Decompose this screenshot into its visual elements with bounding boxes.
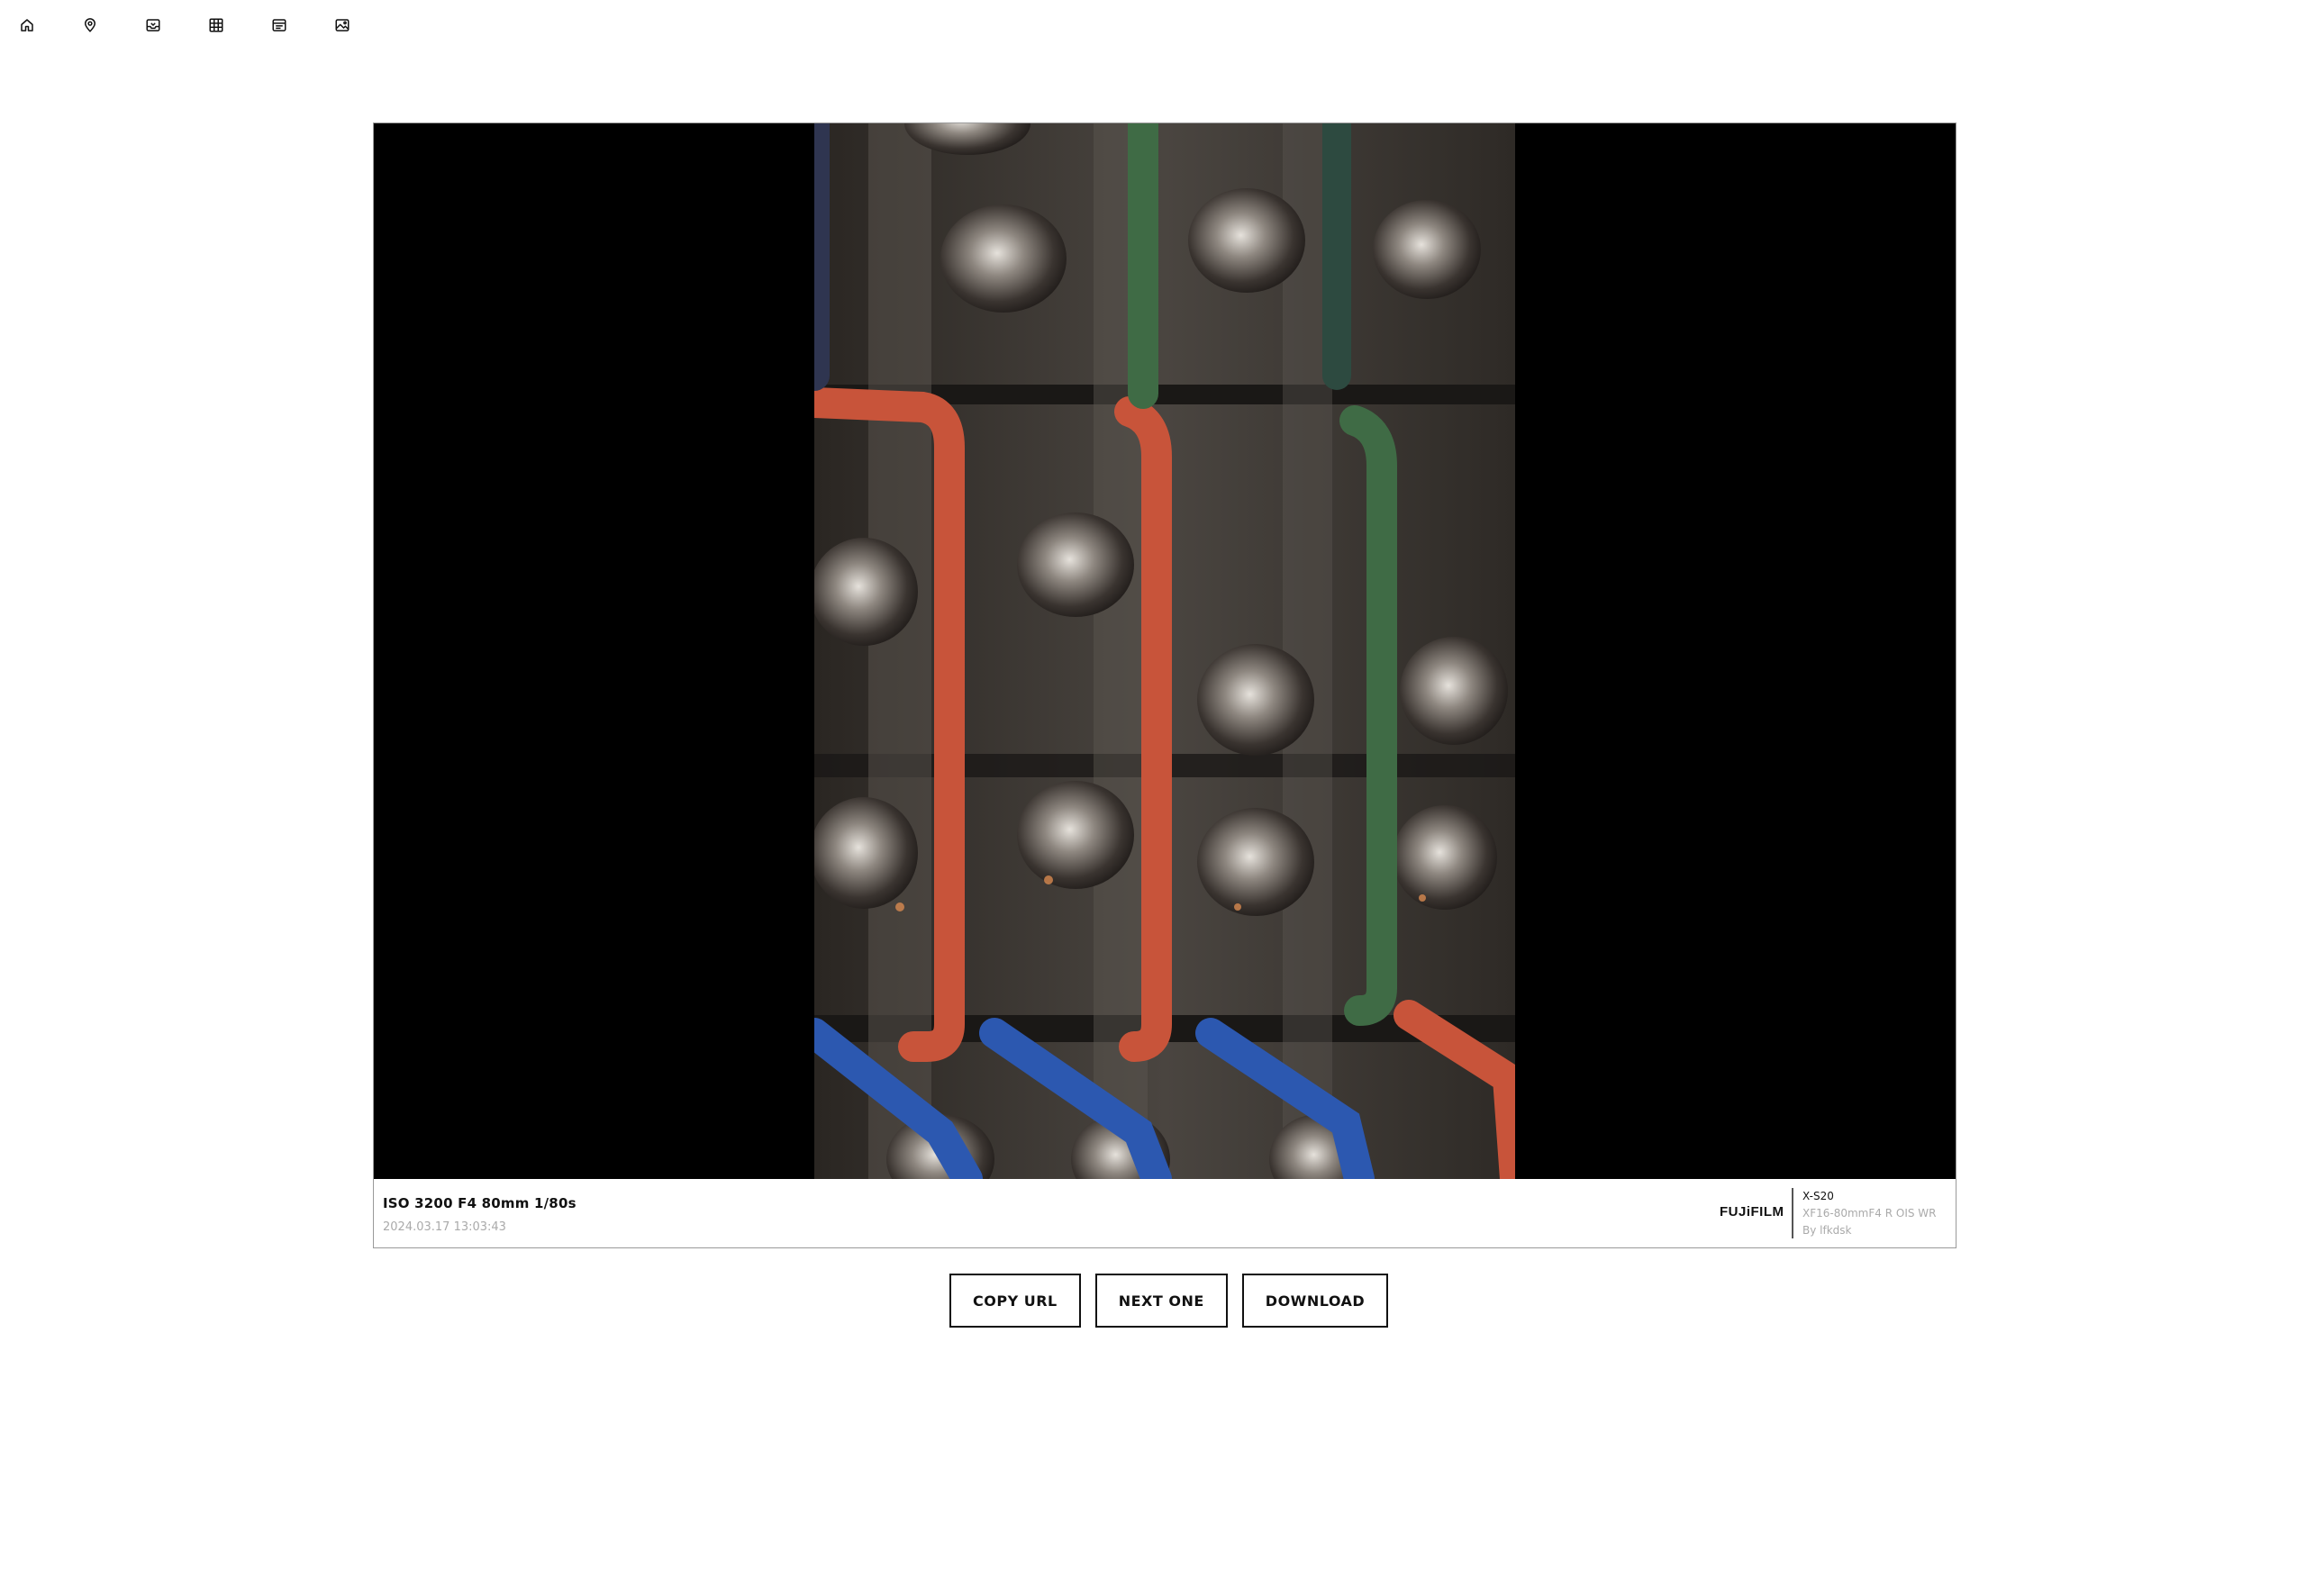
list-icon	[272, 19, 286, 32]
image-icon	[335, 19, 350, 32]
info-divider	[1792, 1188, 1793, 1238]
download-button[interactable]: DOWNLOAD	[1241, 1274, 1389, 1328]
grid-button[interactable]	[204, 13, 229, 38]
camera-brand-logo: FUJiFILM	[1720, 1204, 1784, 1220]
vacuum-tubes-photo	[814, 123, 1515, 1179]
next-one-button[interactable]: NEXT ONE	[1094, 1274, 1228, 1328]
home-icon	[21, 19, 33, 32]
photo-info-bar: ISO 3200 F4 80mm 1/80s 2024.03.17 13:03:…	[374, 1179, 1956, 1247]
photo-image[interactable]	[814, 123, 1515, 1179]
grid-icon	[209, 18, 223, 32]
home-button[interactable]	[14, 13, 40, 38]
camera-model: X-S20	[1802, 1190, 1834, 1202]
copy-url-button[interactable]: COPY URL	[949, 1274, 1081, 1328]
photo-stage	[374, 123, 1956, 1179]
inbox-icon	[146, 19, 160, 32]
list-button[interactable]	[267, 13, 292, 38]
photo-author: By lfkdsk	[1802, 1224, 1852, 1237]
lens-model: XF16-80mmF4 R OIS WR	[1802, 1207, 1937, 1220]
top-nav	[14, 13, 355, 38]
photo-actions: COPY URL NEXT ONE DOWNLOAD	[949, 1274, 1389, 1328]
inbox-button[interactable]	[141, 13, 166, 38]
gallery-button[interactable]	[330, 13, 355, 38]
camera-meta: X-S20 XF16-80mmF4 R OIS WR By lfkdsk	[1802, 1188, 1937, 1239]
photo-card: ISO 3200 F4 80mm 1/80s 2024.03.17 13:03:…	[373, 122, 1956, 1248]
photo-datetime: 2024.03.17 13:03:43	[383, 1220, 506, 1234]
exif-summary: ISO 3200 F4 80mm 1/80s	[383, 1195, 576, 1211]
map-pin-icon	[84, 18, 96, 32]
map-button[interactable]	[77, 13, 103, 38]
